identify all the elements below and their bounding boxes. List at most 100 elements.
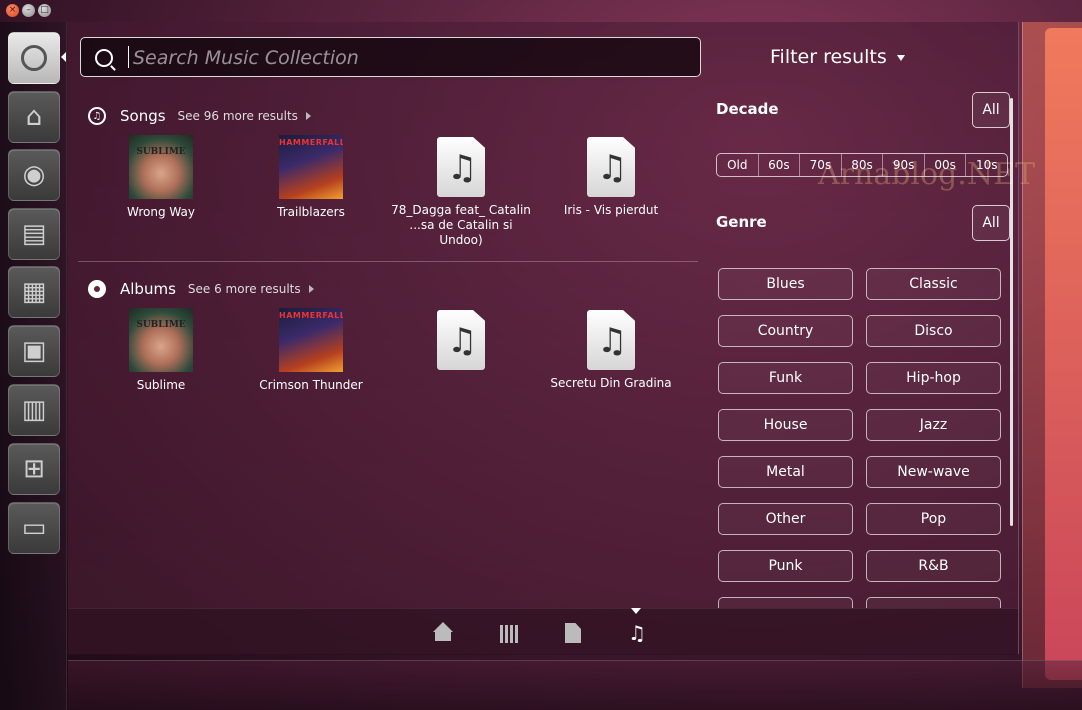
- album-label: Secretu Din Gradina: [550, 376, 672, 390]
- decade-selector: Old 60s 70s 80s 90s 00s 10s: [716, 153, 1008, 177]
- genre-option[interactable]: House: [718, 409, 853, 441]
- genre-option[interactable]: Pop: [866, 503, 1001, 535]
- genre-option[interactable]: Jazz: [866, 409, 1001, 441]
- album-label: Sublime: [136, 378, 186, 392]
- launcher-item-impress[interactable]: ▣: [8, 325, 60, 377]
- decade-option[interactable]: 60s: [759, 154, 801, 176]
- filter-results-toggle[interactable]: Filter results: [770, 46, 905, 68]
- audio-file-icon: ♫: [587, 137, 635, 197]
- home-lens-icon[interactable]: [433, 621, 457, 645]
- applications-lens-icon[interactable]: [497, 621, 521, 645]
- filter-scrollbar[interactable]: [1010, 98, 1013, 526]
- albums-title: Albums: [120, 280, 176, 298]
- launcher-item-home-folder[interactable]: ⌂: [8, 91, 60, 143]
- active-lens-indicator: [631, 608, 641, 614]
- workspaces-icon: ⊞: [23, 454, 45, 484]
- decade-option[interactable]: 10s: [966, 154, 1007, 176]
- genre-option[interactable]: Classic: [866, 268, 1001, 300]
- genre-option[interactable]: [718, 597, 853, 608]
- search-box[interactable]: [80, 37, 701, 77]
- album-cover-image: HAMMERFALL: [279, 308, 343, 372]
- dash-button[interactable]: [8, 32, 60, 84]
- launcher: ⌂ ◉ ▤ ▦ ▣ ▥ ⊞ ▭: [0, 22, 67, 710]
- album-cover-image: HAMMERFALL: [279, 135, 343, 199]
- song-item[interactable]: ♫ Iris - Vis pierdut: [536, 135, 686, 218]
- song-label: 78_Dagga feat_ Catalin: [391, 203, 531, 217]
- launcher-item-workspaces[interactable]: ⊞: [8, 443, 60, 495]
- genre-option[interactable]: Punk: [718, 550, 853, 582]
- genre-option[interactable]: Metal: [718, 456, 853, 488]
- songs-header: ♫ Songs See 96 more results: [88, 107, 311, 125]
- files-lens-icon[interactable]: [561, 621, 585, 645]
- launcher-item-trash[interactable]: ▭: [8, 502, 60, 554]
- close-window-button[interactable]: ×: [6, 4, 19, 17]
- genre-option[interactable]: Blues: [718, 268, 853, 300]
- cover-text: HAMMERFALL: [279, 311, 343, 320]
- disc-icon: [88, 280, 106, 298]
- triangle-down-icon: [896, 54, 905, 61]
- section-divider: [78, 261, 698, 262]
- audio-file-icon: ♫: [437, 137, 485, 197]
- song-label-line2: ...sa de Catalin si Undoo): [409, 218, 513, 247]
- software-center-icon: ▥: [21, 395, 47, 425]
- genre-option[interactable]: Funk: [718, 362, 853, 394]
- chevron-right-icon: [308, 285, 314, 293]
- filter-results-label: Filter results: [770, 46, 887, 68]
- albums-header: Albums See 6 more results: [88, 280, 314, 298]
- song-item[interactable]: HAMMERFALL Trailblazers: [236, 135, 386, 220]
- genre-option[interactable]: Disco: [866, 315, 1001, 347]
- dash: ♫ Songs See 96 more results SUBLIME Wron…: [68, 22, 1035, 654]
- firefox-icon: ◉: [22, 160, 46, 190]
- minimize-window-button[interactable]: –: [22, 4, 35, 17]
- audio-file-icon: ♫: [437, 310, 485, 370]
- decade-all-button[interactable]: All: [972, 92, 1010, 128]
- decade-option[interactable]: 80s: [842, 154, 884, 176]
- genre-option[interactable]: R&B: [866, 550, 1001, 582]
- genre-option[interactable]: New-wave: [866, 456, 1001, 488]
- song-item[interactable]: ♫ 78_Dagga feat_ Catalin ...sa de Catali…: [386, 135, 536, 248]
- decade-label: Decade: [716, 100, 779, 118]
- launcher-item-firefox[interactable]: ◉: [8, 149, 60, 201]
- genre-all-button[interactable]: All: [972, 205, 1010, 241]
- albums-more-results-link[interactable]: See 6 more results: [188, 282, 301, 296]
- genre-option[interactable]: [866, 597, 1001, 608]
- album-item[interactable]: SUBLIME Sublime: [86, 308, 236, 393]
- writer-icon: ▤: [21, 219, 47, 249]
- background-window-content: [1045, 28, 1082, 680]
- genre-option[interactable]: Other: [718, 503, 853, 535]
- home-folder-icon: ⌂: [25, 102, 43, 132]
- desktop-bottom-strip: [68, 660, 1082, 710]
- launcher-item-writer[interactable]: ▤: [8, 208, 60, 260]
- decade-option[interactable]: Old: [717, 154, 759, 176]
- impress-icon: ▣: [21, 336, 47, 366]
- genre-option[interactable]: Country: [718, 315, 853, 347]
- album-label: Crimson Thunder: [259, 378, 363, 392]
- calc-icon: ▦: [21, 277, 47, 307]
- song-label: Wrong Way: [127, 205, 195, 219]
- songs-title: Songs: [120, 107, 166, 125]
- album-item[interactable]: HAMMERFALL Crimson Thunder: [236, 308, 386, 393]
- decade-option[interactable]: 90s: [883, 154, 925, 176]
- lens-bar: ♫: [68, 608, 1018, 655]
- music-lens-icon[interactable]: ♫: [625, 621, 649, 645]
- album-item[interactable]: ♫ Secretu Din Gradina: [536, 308, 686, 391]
- launcher-item-software-center[interactable]: ▥: [8, 384, 60, 436]
- cover-text: SUBLIME: [136, 147, 186, 157]
- decade-option[interactable]: 70s: [800, 154, 842, 176]
- song-label: Iris - Vis pierdut: [563, 203, 659, 217]
- songs-more-results-link[interactable]: See 96 more results: [178, 109, 298, 123]
- ubuntu-logo-icon: [21, 45, 47, 71]
- music-note-icon: ♫: [88, 107, 106, 125]
- audio-file-icon: ♫: [587, 310, 635, 370]
- active-launcher-arrow: [61, 52, 66, 62]
- chevron-right-icon: [305, 112, 311, 120]
- album-item[interactable]: ♫: [386, 308, 536, 376]
- launcher-item-calc[interactable]: ▦: [8, 266, 60, 318]
- genre-option[interactable]: Hip-hop: [866, 362, 1001, 394]
- search-input[interactable]: [131, 42, 685, 74]
- window-controls: × – □: [6, 4, 51, 17]
- decade-option[interactable]: 00s: [925, 154, 967, 176]
- maximize-window-button[interactable]: □: [38, 4, 51, 17]
- search-icon: [95, 49, 113, 67]
- song-item[interactable]: SUBLIME Wrong Way: [86, 135, 236, 220]
